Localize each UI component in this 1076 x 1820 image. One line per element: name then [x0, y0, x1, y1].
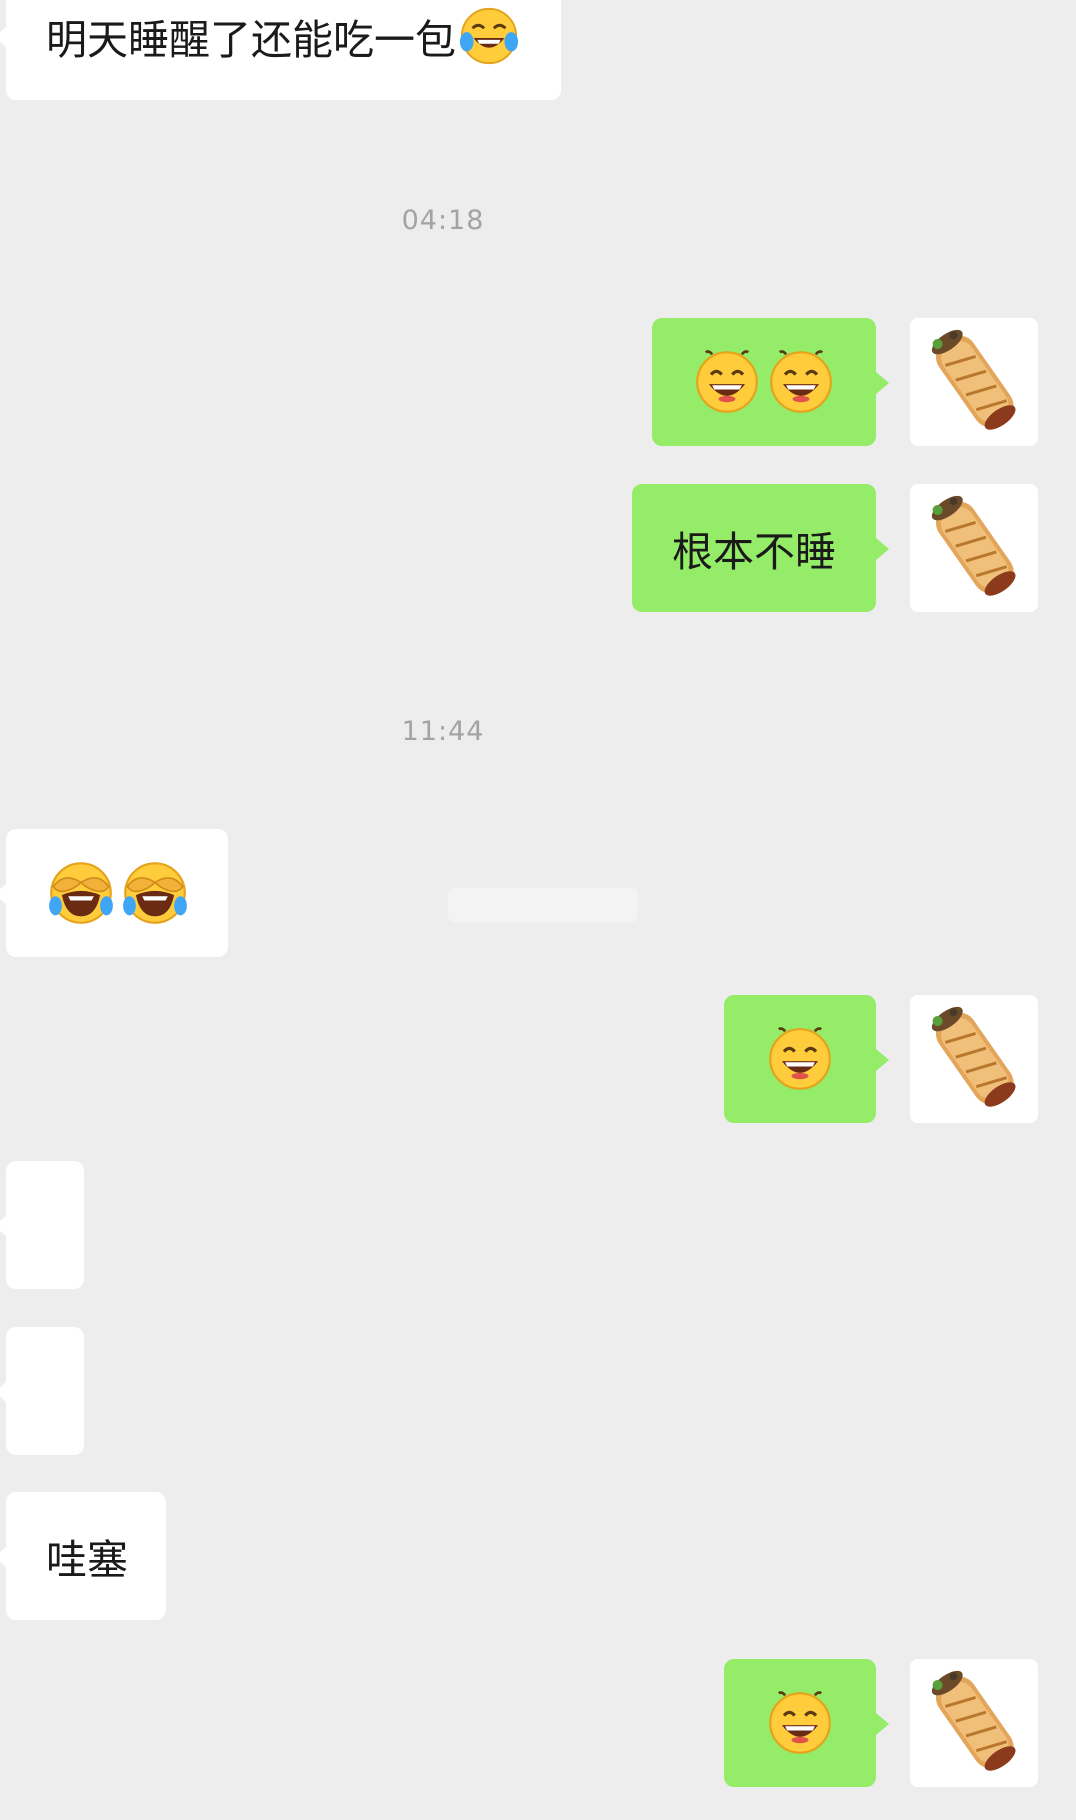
wrap-food-avatar-icon[interactable]	[910, 1659, 1038, 1787]
message-row	[0, 1659, 1076, 1787]
message-bubble-outgoing[interactable]	[724, 995, 889, 1123]
message-row: 根本不睡	[0, 484, 1076, 612]
message-row	[0, 318, 1076, 446]
message-text: 根本不睡	[672, 528, 836, 576]
message-row	[0, 1161, 1076, 1289]
wrap-food-avatar-icon[interactable]	[910, 484, 1038, 612]
message-text: 明天睡醒了还能吃一包	[46, 16, 456, 64]
message-bubble-incoming[interactable]: 哇塞	[0, 1492, 166, 1620]
message-text: 哇塞	[46, 1536, 128, 1584]
facepalm-cry-icon	[121, 859, 189, 927]
message-row	[0, 995, 1076, 1123]
message-bubble-incoming[interactable]: 明天睡醒了还能吃一包	[0, 0, 561, 100]
message-bubble-outgoing[interactable]	[724, 1659, 889, 1787]
message-bubble-outgoing[interactable]: 根本不睡	[632, 484, 889, 612]
wrap-food-avatar-icon[interactable]	[910, 318, 1038, 446]
grinning-face-icon	[766, 1025, 834, 1093]
grinning-face-icon	[767, 348, 835, 416]
message-bubble-incoming[interactable]	[0, 829, 228, 957]
wrap-food-avatar-icon[interactable]	[910, 995, 1038, 1123]
timestamp: 11:44	[401, 716, 485, 747]
grinning-face-icon	[693, 348, 761, 416]
message-row	[0, 1327, 1076, 1455]
message-row	[0, 829, 1076, 957]
tears-of-joy-icon	[458, 5, 520, 67]
message-row: 明天睡醒了还能吃一包	[0, 0, 1076, 100]
message-bubble-incoming[interactable]	[0, 1161, 84, 1289]
message-bubble-incoming[interactable]	[0, 1327, 84, 1455]
message-row: 哇塞	[0, 1492, 1076, 1620]
facepalm-cry-icon	[47, 859, 115, 927]
message-bubble-outgoing[interactable]	[652, 318, 889, 446]
timestamp: 04:18	[401, 205, 485, 236]
grinning-face-icon	[766, 1689, 834, 1757]
